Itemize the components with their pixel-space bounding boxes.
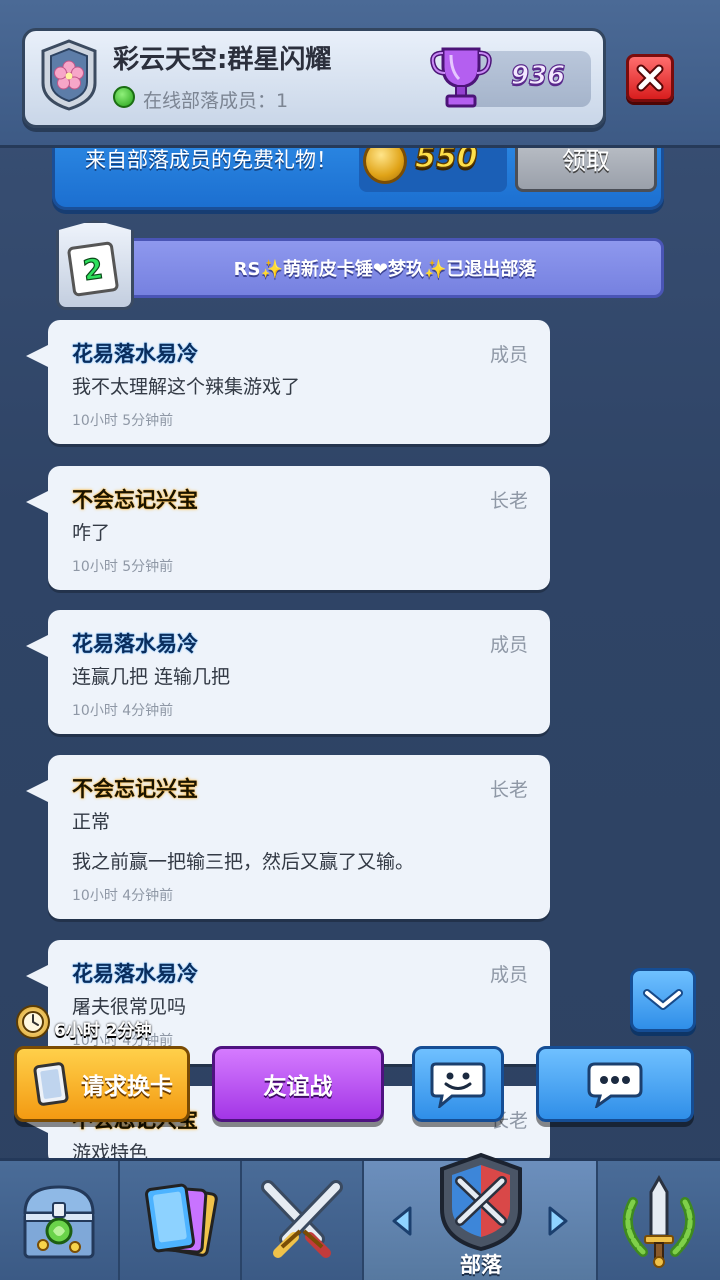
level-number: 2	[66, 241, 120, 297]
clan-badge-icon	[41, 39, 97, 111]
request-card-label: 请求换卡	[81, 1074, 173, 1100]
smiley-chat-icon	[430, 1062, 486, 1108]
sender-name[interactable]: 不会忘记兴宝	[72, 484, 198, 514]
nav-tab-cards[interactable]	[120, 1161, 242, 1280]
chat-message[interactable]: 花易落水易冷 成员 连赢几把 连输几把 10小时 4分钟前	[26, 610, 550, 734]
close-icon	[636, 64, 664, 92]
emote-button[interactable]	[412, 1046, 504, 1122]
timer-clock-icon	[16, 1005, 50, 1039]
message-text: 连赢几把 连输几把	[72, 666, 231, 688]
laurel-sword-icon	[622, 1174, 696, 1268]
message-time: 10小时 4分钟前	[72, 703, 174, 719]
message-time: 10小时 5分钟前	[72, 413, 174, 429]
trophy-icon	[430, 47, 492, 108]
sender-name[interactable]: 花易落水易冷	[72, 628, 198, 658]
chevron-left-icon[interactable]	[390, 1205, 414, 1237]
card-icon	[33, 1062, 69, 1106]
sender-role: 长老	[489, 779, 528, 801]
clan-info-card[interactable]: 彩云天空:群星闪耀 在线部落成员：1 936	[22, 28, 606, 128]
request-card-button[interactable]: 请求换卡	[14, 1046, 190, 1122]
sender-name[interactable]: 花易落水易冷	[72, 958, 198, 988]
trophy-count: 936	[510, 60, 566, 91]
nav-clan-label: 部落	[460, 1253, 502, 1277]
message-time: 10小时 4分钟前	[72, 888, 174, 904]
claim-gift-button[interactable]: 领取	[515, 148, 657, 192]
chat-input-button[interactable]	[536, 1046, 694, 1122]
friendly-battle-label: 友谊战	[263, 1074, 333, 1100]
cards-icon	[145, 1183, 218, 1257]
close-button[interactable]	[626, 54, 674, 102]
chat-message[interactable]: 不会忘记兴宝 长老 正常 我之前赢一把输三把，然后又赢了又输。 10小时 4分钟…	[26, 755, 550, 919]
sender-name[interactable]: 花易落水易冷	[72, 338, 198, 368]
chat-message[interactable]: 花易落水易冷 成员 我不太理解这个辣集游戏了 10小时 5分钟前	[26, 320, 550, 444]
message-time: 10小时 5分钟前	[72, 559, 174, 575]
clan-shield-icon	[440, 1152, 522, 1252]
clan-name: 彩云天空:群星闪耀	[113, 45, 332, 75]
sender-role: 成员	[489, 964, 528, 986]
crossed-swords-icon	[261, 1180, 343, 1258]
card-request-timer: 6小时 2分钟	[54, 1021, 152, 1041]
gift-message: 来自部落成员的免费礼物！	[85, 148, 337, 172]
chat-bubble-icon	[587, 1062, 643, 1108]
gift-gold-amount: 550	[414, 148, 478, 176]
notice-text: RS✨萌新皮卡锤❤梦玖✨已退出部落	[233, 259, 537, 280]
sender-role: 成员	[489, 634, 528, 656]
friendly-battle-button[interactable]: 友谊战	[212, 1046, 384, 1122]
message-text: 正常	[72, 811, 111, 833]
chevron-down-icon	[643, 989, 683, 1010]
chevron-right-icon[interactable]	[546, 1205, 570, 1237]
nav-tab-battle[interactable]	[242, 1161, 364, 1280]
online-members-label: 在线部落成员：1	[143, 90, 289, 112]
bottom-navigation: 部落	[0, 1152, 720, 1280]
message-text: 我之前赢一把输三把，然后又赢了又输。	[72, 851, 415, 873]
member-left-notice: RS✨萌新皮卡锤❤梦玖✨已退出部落	[106, 238, 664, 298]
nav-tab-clan[interactable]: 部落	[364, 1152, 598, 1280]
message-text: 屠夫很常见吗	[72, 996, 187, 1018]
scroll-to-bottom-button[interactable]	[630, 968, 696, 1032]
gift-banner-visible: 来自部落成员的免费礼物！ 550 领取	[52, 148, 664, 210]
sender-name[interactable]: 不会忘记兴宝	[72, 773, 198, 803]
sender-role: 成员	[489, 344, 528, 366]
online-status-icon	[113, 86, 135, 108]
treasure-chest-icon	[23, 1185, 95, 1259]
chat-message[interactable]: 不会忘记兴宝 长老 咋了 10小时 5分钟前	[26, 466, 550, 590]
message-text: 咋了	[72, 522, 111, 544]
nav-tab-shop[interactable]	[0, 1161, 120, 1280]
message-text: 我不太理解这个辣集游戏了	[72, 376, 301, 398]
nav-tab-tournament[interactable]	[598, 1161, 720, 1280]
sender-role: 长老	[489, 490, 528, 512]
